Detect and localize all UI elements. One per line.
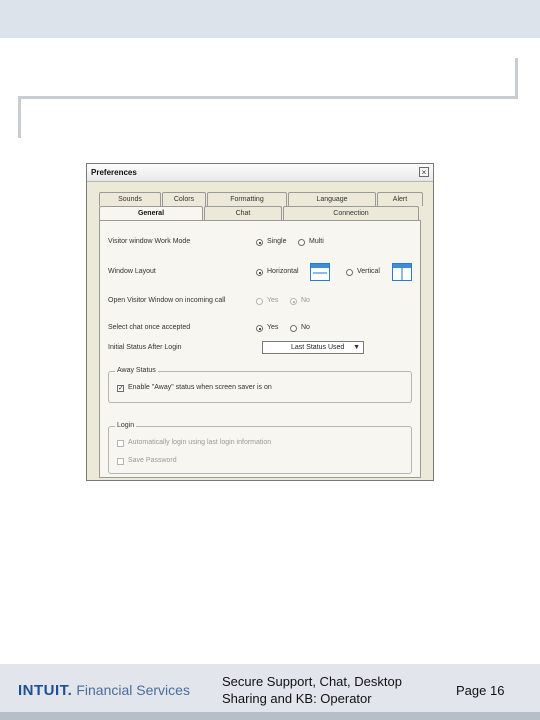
preferences-dialog: Preferences × Sounds Colors Formatting L… [86,163,434,481]
footer-title-line1: Secure Support, Chat, Desktop [222,674,402,689]
initial-status-value: Last Status Used [291,344,345,351]
work-mode-multi-label: Multi [309,238,324,245]
tab-language[interactable]: Language [288,192,376,206]
checkmark-icon: ✓ [118,385,124,392]
footer-title: Secure Support, Chat, Desktop Sharing an… [222,673,442,707]
open-window-no-radio[interactable] [290,298,297,305]
page-footer: INTUIT. Financial Services Secure Support… [0,664,540,720]
frame-line-right [515,58,518,98]
intuit-logo: INTUIT. Financial Services [18,682,190,700]
open-window-yes-radio[interactable] [256,298,263,305]
logo-subtitle: Financial Services [76,682,190,698]
login-group: Login Automatically login using last log… [108,422,412,474]
layout-horizontal-radio[interactable] [256,269,263,276]
tab-general[interactable]: General [99,206,203,220]
tab-alert[interactable]: Alert [377,192,423,206]
select-chat-no-radio[interactable] [290,325,297,332]
work-mode-label: Visitor window Work Mode [108,238,191,245]
tab-formatting[interactable]: Formatting [207,192,287,206]
layout-horizontal-label: Horizontal [267,268,299,275]
tab-sounds[interactable]: Sounds [99,192,161,206]
open-window-label: Open Visitor Window on incoming call [108,297,226,304]
layout-vertical-label: Vertical [357,268,380,275]
work-mode-multi-radio[interactable] [298,239,305,246]
select-chat-yes-radio[interactable] [256,325,263,332]
work-mode-single-radio[interactable] [256,239,263,246]
away-status-checkbox-label: Enable "Away" status when screen saver i… [128,384,272,391]
away-status-legend: Away Status [115,367,158,374]
dropdown-arrow-icon: ▼ [353,344,360,351]
frame-line-left [18,96,21,138]
select-chat-label: Select chat once accepted [108,324,191,331]
away-status-checkbox[interactable]: ✓ [117,385,124,392]
open-window-no-label: No [301,297,310,304]
select-chat-yes-label: Yes [267,324,279,331]
tab-row-2: General Chat Connection [99,206,420,220]
dialog-title: Preferences [91,168,137,177]
select-chat-no-label: No [301,324,310,331]
window-layout-label: Window Layout [108,268,156,275]
frame-line-horizontal [18,96,518,99]
tab-connection[interactable]: Connection [283,206,419,220]
tab-colors[interactable]: Colors [162,192,206,206]
footer-title-line2: Sharing and KB: Operator [222,691,372,706]
save-password-checkbox[interactable] [117,458,124,465]
login-legend: Login [115,422,137,429]
general-panel: Visitor window Work Mode Single Multi Wi… [99,220,421,478]
page-number: Page 16 [456,683,505,698]
close-icon[interactable]: × [419,167,429,177]
dialog-titlebar[interactable]: Preferences × [87,164,433,182]
footer-stripe [0,712,540,720]
save-password-label: Save Password [128,457,177,464]
initial-status-label: Initial Status After Login [108,344,182,351]
tab-row-1: Sounds Colors Formatting Language Alert [99,192,424,206]
tab-chat[interactable]: Chat [204,206,282,220]
horizontal-layout-icon [310,263,330,281]
work-mode-single-label: Single [267,238,287,245]
auto-login-checkbox[interactable] [117,440,124,447]
open-window-yes-label: Yes [267,297,279,304]
layout-vertical-radio[interactable] [346,269,353,276]
logo-brand: INTUIT. [18,682,73,699]
top-band [0,0,540,38]
auto-login-label: Automatically login using last login inf… [128,439,272,446]
vertical-layout-icon [392,263,412,281]
initial-status-select[interactable]: Last Status Used ▼ [262,341,364,354]
away-status-group: Away Status ✓ Enable "Away" status when … [108,367,412,403]
